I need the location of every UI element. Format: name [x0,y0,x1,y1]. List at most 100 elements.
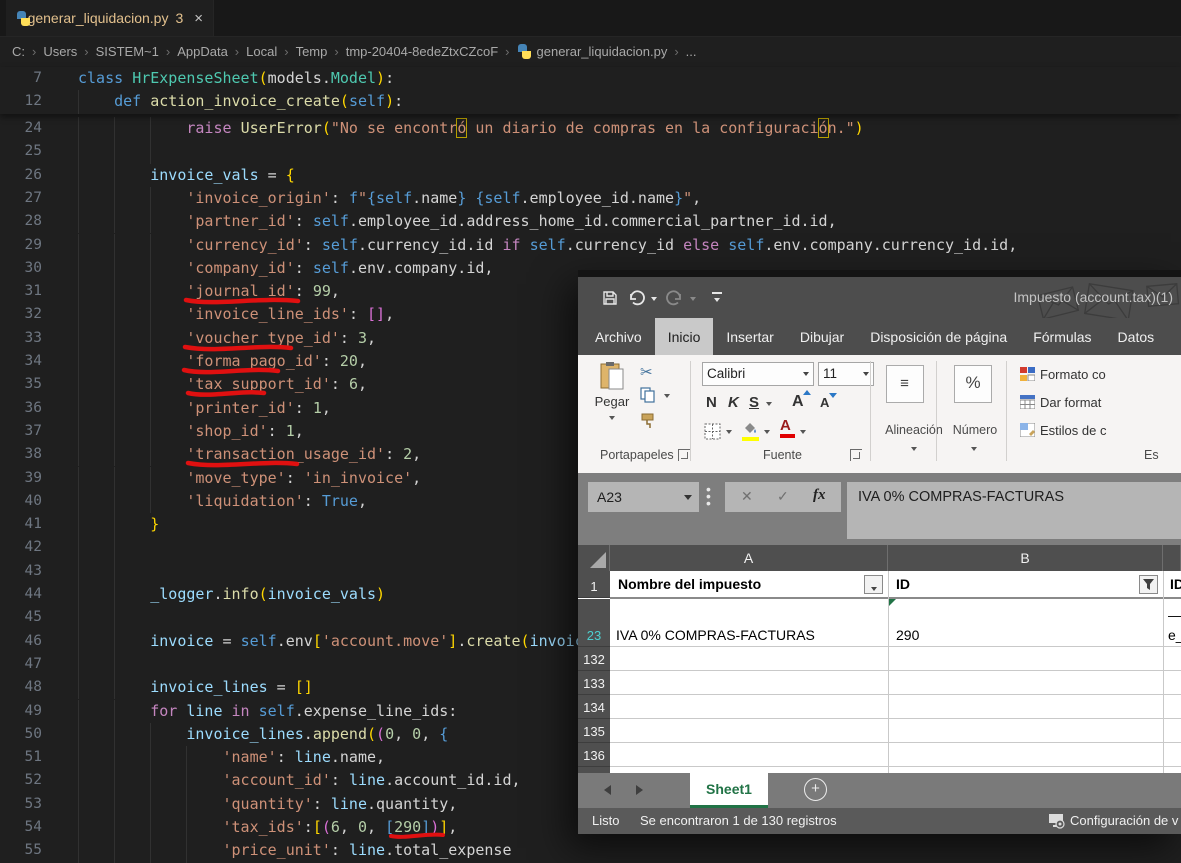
conditional-formatting-button[interactable]: Formato co [1020,363,1106,385]
font-dialog-launcher-icon[interactable] [850,449,862,461]
number-dropdown-icon[interactable] [971,447,977,451]
cell-c23-top[interactable]: — [1168,607,1181,623]
code-line-27: 27 'invoice_origin': f"{self.name} {self… [0,187,1181,210]
save-icon[interactable] [602,290,618,306]
cancel-icon[interactable]: ✕ [741,488,753,505]
name-box[interactable]: A23 [588,482,699,512]
format-as-table-icon [1020,395,1035,409]
breadcrumb-item[interactable]: tmp-20404-8edeZtxCZcoF [346,44,498,59]
sheet-next-icon[interactable] [636,785,643,795]
borders-icon[interactable] [704,423,721,440]
font-size-combobox[interactable]: 11 [818,362,874,386]
insert-function-icon[interactable]: fx [813,487,826,504]
alignment-dropdown-icon[interactable] [911,447,917,451]
spreadsheet-grid[interactable]: A B 1 Nombre del impuesto ID ID 23 IVA 0… [578,545,1181,773]
font-name-combobox[interactable]: Calibri [702,362,814,386]
filter-dropdown-a1[interactable] [864,575,883,594]
ribbon-tab-disposici-n-de-p-gina[interactable]: Disposición de página [857,318,1020,355]
formula-input[interactable]: IVA 0% COMPRAS-FACTURAS [847,482,1181,539]
row-header-133[interactable]: 133 [578,671,610,695]
column-header-b[interactable]: B [888,545,1163,571]
italic-button[interactable]: K [728,394,739,411]
ribbon-tab-f-rmulas[interactable]: Fórmulas [1020,318,1104,355]
error-triangle-icon [888,599,896,607]
cut-icon[interactable]: ✂ [640,363,653,381]
redo-dropdown-icon[interactable] [690,297,696,301]
cell-c1[interactable]: ID [1170,576,1181,592]
cell-styles-button[interactable]: Estilos de c [1020,419,1106,441]
format-painter-icon[interactable] [640,413,656,429]
filter-funnel-b1[interactable] [1139,575,1158,594]
paste-button[interactable]: Pegar [590,361,634,424]
tab-generar-liquidacion[interactable]: generar_liquidacion.py 3 × [6,0,214,36]
cell-b23[interactable]: 290 [896,627,919,643]
breadcrumb-item[interactable]: Temp [296,44,328,59]
column-header-a[interactable]: A [610,545,888,571]
line-number: 29 [4,234,42,257]
status-ready[interactable]: Listo [592,813,619,828]
excel-title-bar[interactable]: Impuesto (account.tax)(1) [578,277,1181,318]
font-color-button[interactable]: A [780,417,795,438]
view-settings-icon[interactable] [1048,813,1066,829]
breadcrumb-separator-icon: › [284,44,288,59]
format-as-table-button[interactable]: Dar format [1020,391,1101,413]
copy-dropdown-icon[interactable] [664,394,670,398]
select-all-corner[interactable] [578,545,610,571]
borders-dropdown-icon[interactable] [726,430,732,434]
breadcrumb-item[interactable]: generar_liquidacion.py [537,44,668,59]
sticky-scroll: 7class HrExpenseSheet(models.Model):12 d… [0,67,1181,114]
fill-color-dropdown-icon[interactable] [764,430,770,434]
ribbon-tab-datos[interactable]: Datos [1105,318,1168,355]
breadcrumb-item[interactable]: Users [43,44,77,59]
grow-font-button[interactable]: A [792,393,804,411]
formula-bar-dots-icon[interactable]: ••• [706,486,711,507]
breadcrumb-separator-icon: › [235,44,239,59]
ribbon-tab-inicio[interactable]: Inicio [655,318,714,355]
column-header-c[interactable] [1163,545,1181,571]
ribbon-tab-archivo[interactable]: Archivo [582,318,655,355]
font-color-dropdown-icon[interactable] [800,430,806,434]
breadcrumb-item[interactable]: AppData [177,44,228,59]
row-header-136[interactable]: 136 [578,743,610,767]
status-view-settings[interactable]: Configuración de v [1070,813,1178,828]
sheet-prev-icon[interactable] [604,785,611,795]
copy-icon[interactable] [640,387,656,403]
row-header-1[interactable]: 1 [578,571,610,598]
number-format-button[interactable]: % [954,365,992,403]
breadcrumb-item[interactable]: ... [686,44,697,59]
new-sheet-icon[interactable]: + [804,778,827,801]
alignment-button[interactable]: ≡ [886,365,924,403]
close-icon[interactable]: × [194,10,203,27]
cell-a23[interactable]: IVA 0% COMPRAS-FACTURAS [616,627,815,643]
clipboard-dialog-launcher-icon[interactable] [678,449,690,461]
shrink-font-button[interactable]: A [820,395,829,410]
underline-button[interactable]: S [749,394,759,411]
line-number: 12 [4,90,42,113]
sheet-tab-sheet1[interactable]: Sheet1 [690,773,768,808]
fill-color-button[interactable] [742,421,759,441]
row-header-132[interactable]: 132 [578,647,610,671]
bold-button[interactable]: N [706,394,717,411]
code-line-26: 26 invoice_vals = { [0,164,1181,187]
python-file-icon [16,11,21,26]
undo-icon[interactable] [628,290,645,306]
ribbon-tab-insertar[interactable]: Insertar [713,318,786,355]
cell-b1[interactable]: ID [896,576,910,592]
redo-icon[interactable] [666,290,683,306]
ribbon-tab-dibujar[interactable]: Dibujar [787,318,857,355]
breadcrumb-item[interactable]: SISTEM~1 [96,44,159,59]
enter-icon[interactable]: ✓ [777,488,789,505]
cell-a1[interactable]: Nombre del impuesto [618,576,761,592]
cell-c23-bottom[interactable]: e_ [1168,627,1181,643]
breadcrumb-item[interactable]: C: [12,44,25,59]
underline-dropdown-icon[interactable] [766,402,772,406]
clipboard-group-label: Portapapeles [600,448,674,462]
breadcrumb-item[interactable]: Local [246,44,277,59]
row-header-23[interactable]: 23 [578,599,610,647]
line-number: 35 [4,373,42,396]
undo-dropdown-icon[interactable] [651,297,657,301]
excel-window: Impuesto (account.tax)(1) ArchivoInicioI… [578,270,1181,834]
row-header-135[interactable]: 135 [578,719,610,743]
row-header-134[interactable]: 134 [578,695,610,719]
customize-qat-icon[interactable] [712,292,722,294]
